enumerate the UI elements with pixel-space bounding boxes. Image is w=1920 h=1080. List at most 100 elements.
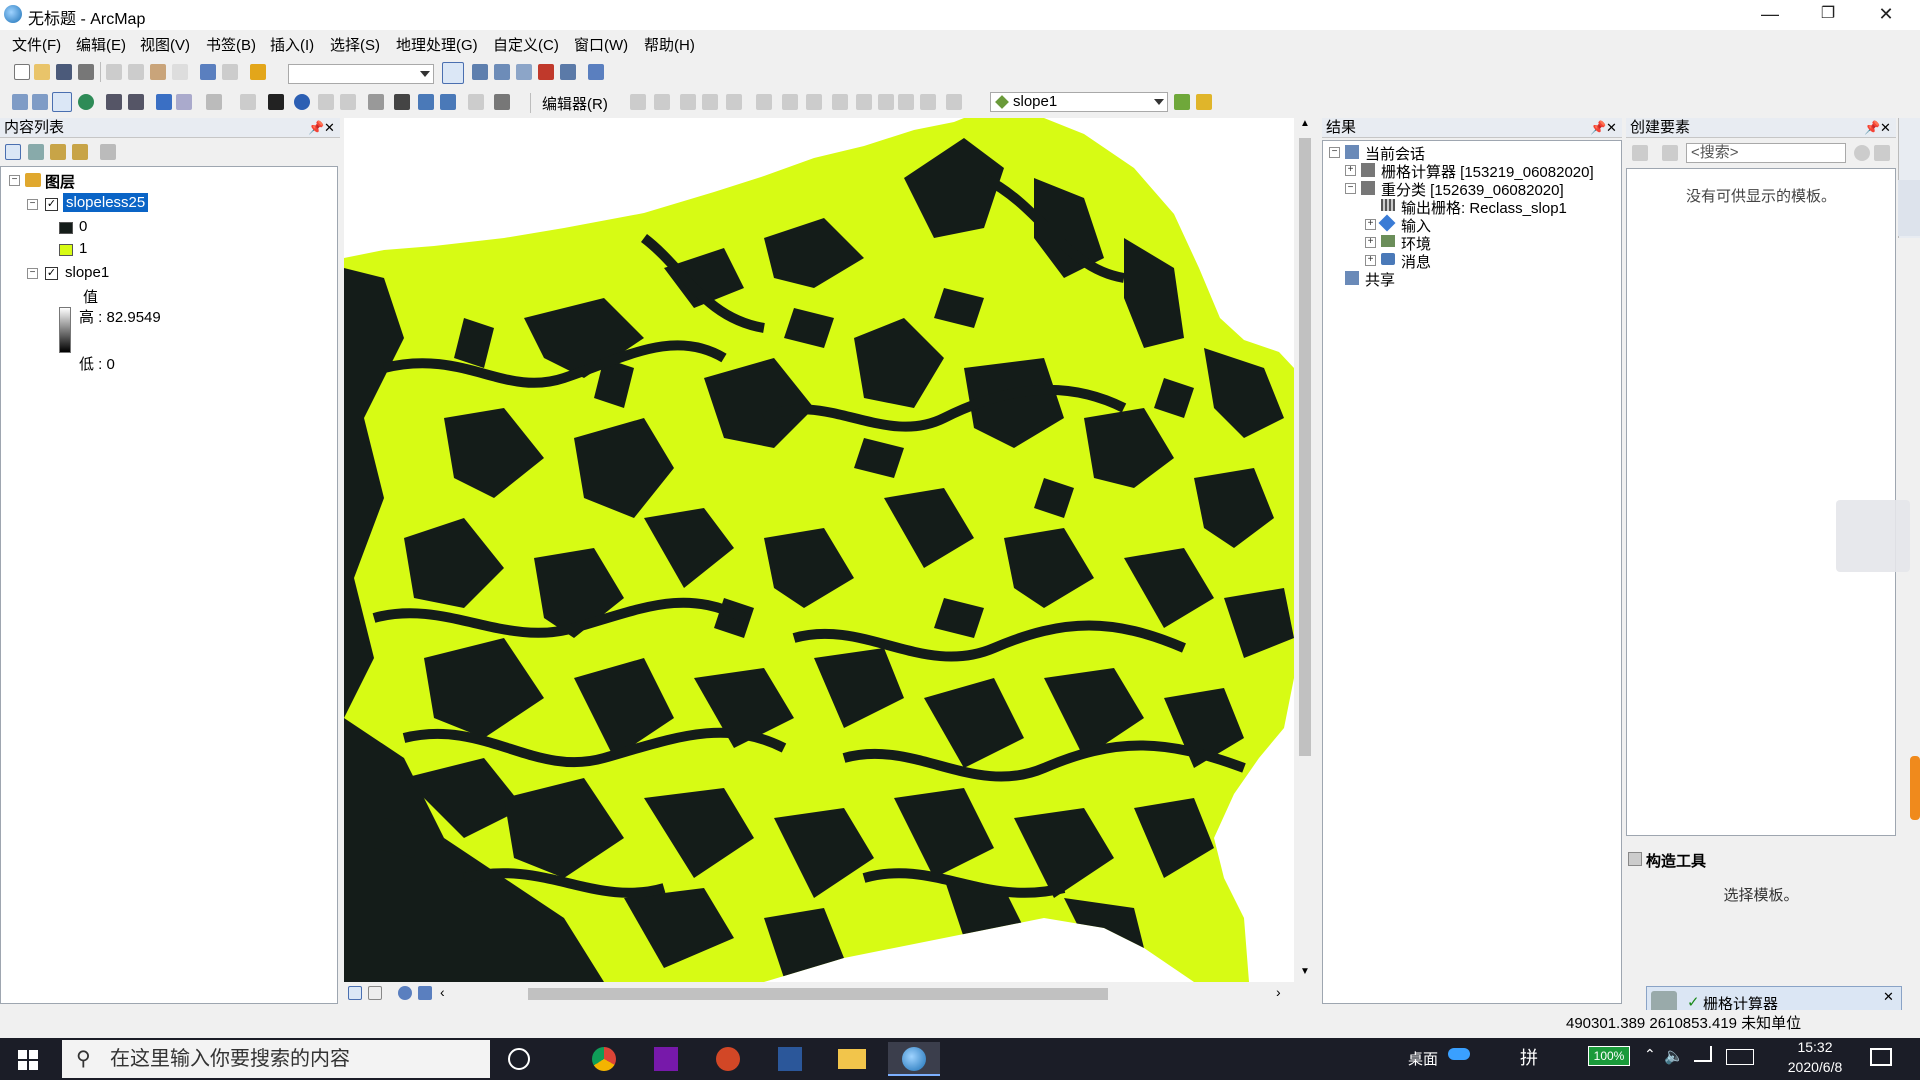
clear-search-icon[interactable] [1874,145,1890,161]
pin-icon[interactable]: 📌 [1590,118,1606,138]
pin-icon[interactable]: 📌 [1864,118,1880,138]
python-window-icon[interactable] [560,64,576,80]
edit-annotation-icon[interactable] [654,94,670,110]
hyperlink-icon[interactable] [318,94,334,110]
layers-root-label[interactable]: 图层 [45,171,75,192]
redo-icon[interactable] [222,64,238,80]
chevron-up-icon[interactable]: ⌃ [1644,1046,1656,1063]
create-features-icon[interactable] [946,94,962,110]
onedrive-icon[interactable] [1448,1048,1470,1060]
trace-icon[interactable] [726,94,742,110]
find-icon[interactable] [394,94,410,110]
split-icon[interactable] [856,94,872,110]
menu-window[interactable]: 窗口(W) [574,34,628,55]
select-elements-icon[interactable] [268,94,284,110]
zoom-out-icon[interactable] [32,94,48,110]
template-search-input[interactable]: <搜索> [1686,143,1846,163]
menu-customize[interactable]: 自定义(C) [493,34,559,55]
menu-insert[interactable]: 插入(I) [270,34,314,55]
splitter[interactable] [1626,838,1896,846]
list-by-selection-icon[interactable] [72,144,88,160]
fixed-zoom-out-icon[interactable] [128,94,144,110]
html-popup-icon[interactable] [340,94,356,110]
menu-help[interactable]: 帮助(H) [644,34,695,55]
scroll-thumb[interactable] [1299,138,1311,756]
delete-icon[interactable] [172,64,188,80]
list-by-source-icon[interactable] [28,144,44,160]
rotate-icon[interactable] [878,94,894,110]
edit-tool-icon[interactable] [630,94,646,110]
create-viewer-icon[interactable] [494,94,510,110]
menu-bookmarks[interactable]: 书签(B) [206,34,256,55]
collapse-icon[interactable]: − [27,199,38,210]
minimize-button[interactable]: — [1742,0,1798,30]
action-center-icon[interactable] [1870,1048,1892,1066]
expand-icon[interactable]: + [1365,219,1376,230]
goto-xy-icon[interactable] [440,94,456,110]
editor-toolbar-icon[interactable] [442,62,464,84]
shared-label[interactable]: 共享 [1365,269,1395,290]
desktop-toolbar-label[interactable]: 桌面 [1408,1048,1438,1069]
word-app[interactable] [764,1042,816,1076]
data-view-icon[interactable] [348,986,362,1000]
template-filter-icon[interactable] [1662,145,1678,161]
layer-combo[interactable]: slope1 [990,92,1168,112]
copy-icon[interactable] [128,64,144,80]
expand-icon[interactable]: + [1365,237,1376,248]
layer-visibility-checkbox[interactable]: ✓ [45,267,58,280]
paste-icon[interactable] [150,64,166,80]
collapse-icon[interactable]: − [9,175,20,186]
menu-file[interactable]: 文件(F) [12,34,61,55]
zoom-in-icon[interactable] [12,94,28,110]
scroll-right-icon[interactable]: › [1276,984,1281,1000]
pan-icon[interactable] [52,92,72,112]
restore-button[interactable]: ❐ [1800,0,1856,30]
new-document-icon[interactable] [14,64,30,80]
expand-icon[interactable]: + [1365,255,1376,266]
end-point-arc-icon[interactable] [702,94,718,110]
search-dock-tab[interactable] [1898,180,1920,236]
layer-name-slope1[interactable]: slope1 [65,264,109,281]
fixed-zoom-in-icon[interactable] [106,94,122,110]
open-icon[interactable] [34,64,50,80]
expand-icon[interactable]: + [1345,165,1356,176]
windows-start-icon[interactable] [18,1050,38,1070]
powerpoint-app[interactable] [702,1042,754,1076]
arctoolbox-icon[interactable] [538,64,554,80]
layout-view-icon[interactable] [368,986,382,1000]
editor-menu[interactable]: 编辑器(R) [542,93,608,114]
clear-selection-icon[interactable] [240,94,256,110]
cortana-icon[interactable] [508,1048,530,1070]
sketch-properties-icon[interactable] [920,94,936,110]
collapse-icon[interactable]: − [27,268,38,279]
horizontal-scroll-thumb[interactable] [528,988,1108,1000]
chrome-app[interactable] [578,1042,630,1076]
keyboard-icon[interactable] [1726,1049,1754,1065]
save-icon[interactable] [56,64,72,80]
class-swatch-0[interactable] [59,222,73,234]
wifi-icon[interactable] [1694,1046,1712,1062]
close-icon[interactable]: ✕ [1883,989,1894,1005]
close-icon[interactable]: ✕ [1606,118,1617,138]
close-button[interactable]: ✕ [1858,0,1914,30]
options-icon[interactable] [100,144,116,160]
menu-edit[interactable]: 编辑(E) [76,34,126,55]
back-extent-icon[interactable] [156,94,172,110]
edit-vertices-icon[interactable] [782,94,798,110]
battery-indicator[interactable]: 100% [1588,1046,1630,1066]
close-icon[interactable]: ✕ [1880,118,1891,138]
collapse-icon[interactable]: − [1345,183,1356,194]
map-view[interactable] [344,118,1294,982]
pause-drawing-icon[interactable] [418,986,432,1000]
messages-label[interactable]: 消息 [1401,251,1431,272]
scroll-left-icon[interactable]: ‹ [440,984,445,1000]
cut-icon[interactable] [106,64,122,80]
straight-segment-icon[interactable] [680,94,696,110]
clock-date[interactable]: 2020/6/8 [1770,1059,1860,1075]
menu-view[interactable]: 视图(V) [140,34,190,55]
attributes-icon[interactable] [898,94,914,110]
catalog-window-icon[interactable] [494,64,510,80]
organize-templates-icon[interactable] [1632,145,1648,161]
scroll-up-icon[interactable]: ▲ [1296,118,1314,134]
menu-geoprocessing[interactable]: 地理处理(G) [396,34,478,55]
